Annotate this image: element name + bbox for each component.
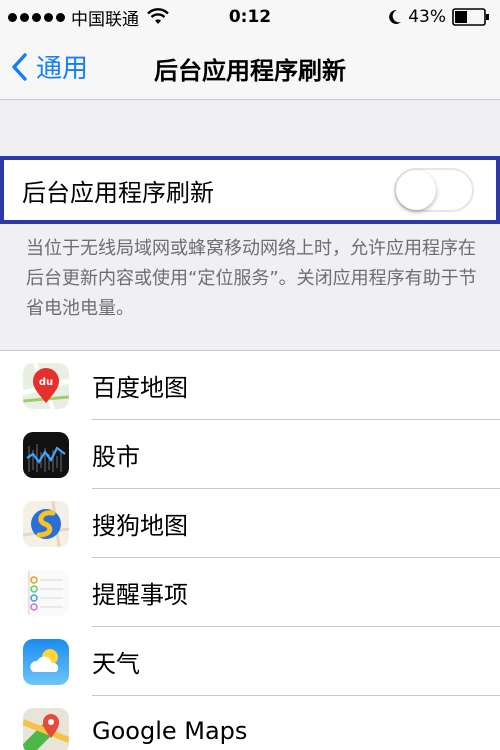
carrier-name: 中国联通 bbox=[71, 9, 139, 30]
switch-knob bbox=[396, 170, 436, 210]
app-row-reminders[interactable]: 提醒事项 bbox=[0, 558, 500, 627]
app-name: 股市 bbox=[92, 443, 140, 471]
weather-icon bbox=[23, 638, 69, 685]
app-name: Google Maps bbox=[92, 716, 248, 745]
app-name: 天气 bbox=[92, 650, 140, 678]
svg-text:du: du bbox=[39, 377, 53, 388]
app-row-stocks[interactable]: 股市 bbox=[0, 420, 500, 489]
wifi-icon bbox=[147, 8, 169, 24]
app-row-weather[interactable]: 天气 bbox=[0, 627, 500, 696]
app-name: 百度地图 bbox=[92, 374, 188, 402]
page-title: 后台应用程序刷新 bbox=[154, 57, 346, 85]
background-refresh-row: 后台应用程序刷新 bbox=[0, 156, 500, 224]
status-bar: 中国联通 0:12 43% bbox=[0, 0, 500, 34]
app-row-google-maps[interactable]: Google Maps bbox=[0, 696, 500, 750]
battery-percent: 43% bbox=[408, 7, 446, 27]
signal-strength-icon bbox=[8, 12, 65, 22]
sogou-map-icon bbox=[23, 500, 69, 547]
google-maps-icon bbox=[23, 707, 69, 750]
background-refresh-label: 后台应用程序刷新 bbox=[22, 178, 214, 207]
stocks-icon bbox=[23, 431, 69, 478]
app-list: du 百度地图 股市 搜狗地图 提醒事项 天气 Google Maps bbox=[0, 350, 500, 750]
battery-icon bbox=[452, 8, 489, 26]
moon-icon bbox=[389, 9, 402, 24]
background-refresh-description: 当位于无线局域网或蜂窝移动网络上时，允许应用程序在后台更新内容或使用“定位服务”… bbox=[26, 238, 477, 319]
reminders-icon bbox=[23, 569, 69, 616]
app-row-sogou-map[interactable]: 搜狗地图 bbox=[0, 489, 500, 558]
app-name: 提醒事项 bbox=[92, 581, 188, 609]
app-row-baidu-map[interactable]: du 百度地图 bbox=[0, 351, 500, 420]
navigation-bar: 通用 后台应用程序刷新 bbox=[0, 34, 500, 100]
baidu-map-icon: du bbox=[23, 362, 69, 409]
background-refresh-switch[interactable] bbox=[394, 168, 474, 212]
app-name: 搜狗地图 bbox=[92, 512, 188, 540]
